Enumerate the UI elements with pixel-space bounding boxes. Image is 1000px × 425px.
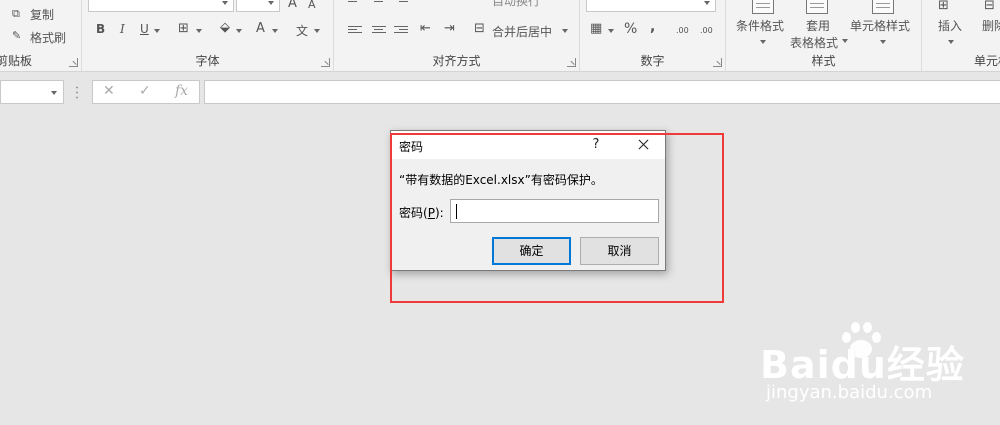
chevron-down-icon[interactable] xyxy=(236,29,242,33)
underline-button[interactable]: U xyxy=(140,22,149,36)
italic-button[interactable]: I xyxy=(120,22,125,36)
password-label: 密码(P): xyxy=(399,204,444,221)
fill-color-icon[interactable]: ⬙ xyxy=(220,20,230,36)
ribbon-group-cells: ⊞ 插入 ⊟ 删除 单元格 xyxy=(922,0,1000,72)
copy-icon: ⧉ xyxy=(12,7,20,20)
align-left-icon[interactable] xyxy=(348,26,362,36)
chevron-down-icon[interactable] xyxy=(562,29,568,33)
format-painter-icon: ✎ xyxy=(12,29,22,42)
cancel-entry-icon[interactable]: ✕ xyxy=(103,83,115,99)
insert-cells-icon[interactable]: ⊞ xyxy=(938,0,949,14)
insert-cells-button[interactable]: 插入 xyxy=(938,17,962,34)
ribbon-group-styles: 条件格式 套用 表格格式 单元格样式 样式 xyxy=(726,0,922,72)
percent-button[interactable]: % xyxy=(624,21,637,37)
dialog-launcher-icon[interactable] xyxy=(567,58,576,67)
chevron-down-icon[interactable] xyxy=(154,29,160,33)
font-size-select[interactable] xyxy=(236,0,280,12)
name-box[interactable] xyxy=(0,80,64,104)
font-color-button[interactable]: A xyxy=(256,21,265,36)
delete-cells-icon[interactable]: ⊟ xyxy=(984,0,995,14)
chevron-down-icon[interactable] xyxy=(51,91,57,95)
baidu-watermark: Baidu经验 jingyan.baidu.com xyxy=(760,320,990,410)
enter-entry-icon[interactable]: ✓ xyxy=(139,83,151,99)
ribbon-group-label: 单元格 xyxy=(974,54,1000,68)
table-format-icon[interactable] xyxy=(806,0,828,14)
password-label-accesskey: P xyxy=(427,206,435,220)
ribbon-group-label: 样式 xyxy=(811,54,836,68)
chevron-down-icon[interactable] xyxy=(842,39,848,43)
align-top-icon[interactable] xyxy=(348,0,362,8)
align-middle-icon[interactable] xyxy=(372,0,386,8)
number-format-select[interactable] xyxy=(586,0,716,12)
merge-center-button[interactable]: 合并后居中 xyxy=(492,23,552,40)
bold-button[interactable]: B xyxy=(96,22,105,36)
ribbon-group-label: 对齐方式 xyxy=(432,54,481,68)
drag-handle-icon[interactable] xyxy=(76,85,78,99)
formula-input[interactable] xyxy=(204,80,1000,104)
align-bottom-icon[interactable] xyxy=(394,0,408,8)
insert-function-icon[interactable]: fx xyxy=(175,83,188,99)
password-field[interactable] xyxy=(450,199,659,223)
merge-center-icon[interactable]: ⊟ xyxy=(474,21,485,37)
help-button[interactable]: ? xyxy=(583,135,609,155)
watermark-url: jingyan.baidu.com xyxy=(766,382,933,403)
dialog-launcher-icon[interactable] xyxy=(713,58,722,67)
grow-font-button[interactable]: A xyxy=(288,0,297,11)
chevron-down-icon[interactable] xyxy=(608,29,614,33)
table-format-button[interactable]: 套用 xyxy=(806,17,830,34)
ribbon-group-label: 字体 xyxy=(195,54,220,68)
ribbon-group-label: 数字 xyxy=(640,54,665,68)
conditional-format-button[interactable]: 条件格式 xyxy=(736,17,784,34)
chevron-down-icon[interactable] xyxy=(314,29,320,33)
ribbon-group-clipboard: ⧉ 复制 ✎ 格式刷 剪贴板 xyxy=(0,0,82,72)
ribbon-group-alignment: 自动换行 ⇤ ⇥ ⊟ 合并后居中 对齐方式 xyxy=(334,0,580,72)
password-label-suffix: ): xyxy=(434,206,444,220)
ok-button[interactable]: 确定 xyxy=(492,237,571,265)
formula-buttons: ✕ ✓ fx xyxy=(92,80,200,104)
decrease-indent-icon[interactable]: ⇤ xyxy=(420,21,431,37)
dialog-message: “带有数据的Excel.xlsx”有密码保护。 xyxy=(399,173,603,187)
shrink-font-button[interactable]: A xyxy=(308,0,316,11)
ribbon: ⧉ 复制 ✎ 格式刷 剪贴板 A A B I U ⊞ ⬙ A 文 字体 自动换行 xyxy=(0,0,1000,72)
border-icon[interactable]: ⊞ xyxy=(178,21,189,37)
delete-cells-button[interactable]: 删除 xyxy=(982,17,1000,34)
cell-styles-icon[interactable] xyxy=(872,0,894,14)
ribbon-group-font: A A B I U ⊞ ⬙ A 文 字体 xyxy=(82,0,334,72)
wrap-text-button[interactable]: 自动换行 xyxy=(492,0,540,9)
decrease-decimal-button[interactable]: .00 xyxy=(700,26,713,35)
dialog-launcher-icon[interactable] xyxy=(321,58,330,67)
phonetic-button[interactable]: 文 xyxy=(296,22,308,39)
cancel-button[interactable]: 取消 xyxy=(580,237,659,265)
conditional-format-icon[interactable] xyxy=(752,0,774,14)
currency-icon[interactable]: ▦ xyxy=(590,21,602,37)
cell-styles-button[interactable]: 单元格样式 xyxy=(850,17,910,34)
increase-indent-icon[interactable]: ⇥ xyxy=(444,21,455,37)
watermark-brand: Baidu经验 xyxy=(760,343,965,387)
align-right-icon[interactable] xyxy=(394,26,408,36)
password-dialog: 密码 ? “带有数据的Excel.xlsx”有密码保护。 密码(P): 确定 取… xyxy=(390,130,666,271)
close-icon[interactable] xyxy=(623,135,663,155)
copy-button[interactable]: 复制 xyxy=(30,6,54,23)
dialog-launcher-icon[interactable] xyxy=(69,58,78,67)
format-painter-button[interactable]: 格式刷 xyxy=(30,29,66,46)
chevron-down-icon[interactable] xyxy=(760,40,766,44)
align-center-icon[interactable] xyxy=(372,26,386,36)
comma-button[interactable]: , xyxy=(650,19,655,35)
chevron-down-icon[interactable] xyxy=(196,29,202,33)
password-label-prefix: 密码( xyxy=(399,206,428,220)
chevron-down-icon[interactable] xyxy=(948,40,954,44)
chevron-down-icon[interactable] xyxy=(880,40,886,44)
ribbon-group-number: ▦ % , .00 .00 数字 xyxy=(580,0,726,72)
font-name-select[interactable] xyxy=(88,0,234,12)
dialog-titlebar[interactable]: 密码 ? xyxy=(391,131,665,159)
chevron-down-icon[interactable] xyxy=(272,29,278,33)
formula-bar: ✕ ✓ fx xyxy=(0,72,1000,112)
table-format-button-line2[interactable]: 表格格式 xyxy=(790,34,838,51)
increase-decimal-button[interactable]: .00 xyxy=(676,26,689,35)
dialog-title: 密码 xyxy=(399,140,424,154)
